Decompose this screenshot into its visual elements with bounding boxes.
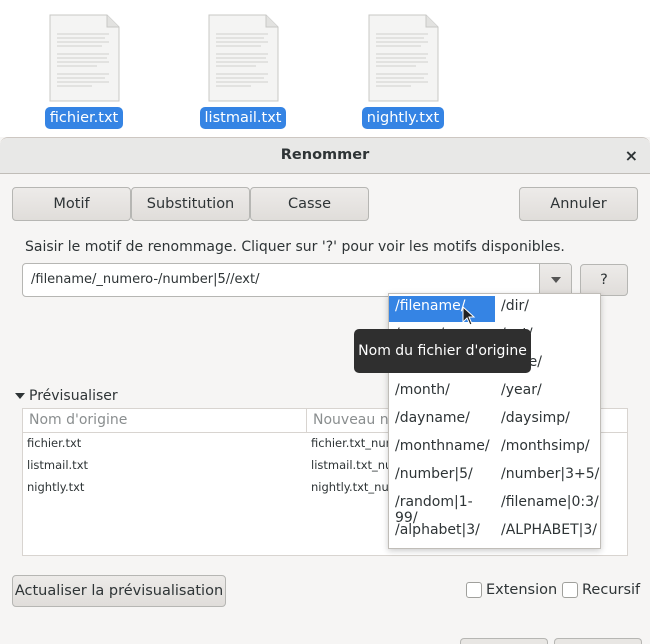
checkbox-box[interactable]: [466, 582, 482, 598]
preview-expander[interactable]: Prévisualiser: [15, 388, 118, 404]
tab-motif[interactable]: Motif: [12, 187, 131, 221]
file-name-label: fichier.txt: [44, 107, 124, 129]
file-name-label: listmail.txt: [199, 107, 287, 129]
menu-item-filename[interactable]: /filename/: [389, 296, 495, 322]
refresh-preview-button[interactable]: Actualiser la prévisualisation: [12, 575, 226, 607]
pattern-combo[interactable]: /filename/_numero-/number|5//ext/: [22, 263, 572, 297]
column-separator: [306, 409, 307, 433]
menu-item-month[interactable]: /month/: [389, 380, 495, 406]
cancel-button[interactable]: Annuler: [519, 187, 638, 221]
menu-item-monthsimp[interactable]: /monthsimp/: [495, 436, 601, 462]
cell-original: fichier.txt: [27, 436, 82, 450]
combo-dropdown-button[interactable]: [539, 264, 571, 296]
file-icon-listmail[interactable]: listmail.txt: [198, 14, 288, 129]
extension-checkbox[interactable]: Extension: [466, 582, 557, 598]
dialog-titlebar[interactable]: Renommer ×: [0, 138, 650, 174]
chevron-down-icon: [550, 277, 561, 283]
menu-item-filename-slice[interactable]: /filename|0:3/: [495, 492, 601, 518]
help-button[interactable]: ?: [580, 264, 628, 296]
tooltip: Nom du fichier d'origine: [354, 329, 531, 373]
file-icon-fichier[interactable]: fichier.txt: [39, 14, 129, 129]
menu-item-dayname[interactable]: /dayname/: [389, 408, 495, 434]
menu-item-monthname[interactable]: /monthname/: [389, 436, 495, 462]
menu-item-number3plus5[interactable]: /number|3+5/: [495, 464, 601, 490]
preview-label: Prévisualiser: [29, 388, 118, 404]
mouse-pointer-icon: [462, 305, 476, 330]
tab-substitution[interactable]: Substitution: [131, 187, 250, 221]
recursive-checkbox[interactable]: Recursif: [562, 582, 640, 598]
cell-original: nightly.txt: [27, 480, 85, 494]
extension-label: Extension: [486, 582, 558, 598]
menu-item-random[interactable]: /random|1-99/: [389, 492, 495, 526]
column-header-original[interactable]: Nom d'origine: [29, 412, 127, 428]
close-icon[interactable]: ×: [625, 146, 638, 165]
menu-item-daysimp[interactable]: /daysimp/: [495, 408, 601, 434]
desktop-area: fichier.txt listmail.txt nightly.txt: [0, 0, 650, 137]
pattern-input[interactable]: /filename/_numero-/number|5//ext/: [31, 272, 259, 287]
tab-casse[interactable]: Casse: [250, 187, 369, 221]
expander-arrow-icon: [15, 393, 25, 399]
text-document-icon: [47, 14, 121, 102]
menu-item-number5[interactable]: /number|5/: [389, 464, 495, 490]
recursive-label: Recursif: [582, 582, 641, 598]
menu-item-alphabet-upper[interactable]: /ALPHABET|3/: [495, 520, 601, 546]
menu-item-alphabet[interactable]: /alphabet|3/: [389, 520, 495, 546]
pattern-hint: Saisir le motif de renommage. Cliquer su…: [25, 239, 565, 255]
text-document-icon: [206, 14, 280, 102]
menu-item-year[interactable]: /year/: [495, 380, 601, 406]
text-document-icon: [366, 14, 440, 102]
file-name-label: nightly.txt: [361, 107, 445, 129]
file-icon-nightly[interactable]: nightly.txt: [358, 14, 448, 129]
cell-original: listmail.txt: [27, 458, 89, 472]
dialog-title: Renommer: [280, 147, 370, 163]
checkbox-box[interactable]: [562, 582, 578, 598]
menu-item-dir[interactable]: /dir/: [495, 296, 601, 322]
